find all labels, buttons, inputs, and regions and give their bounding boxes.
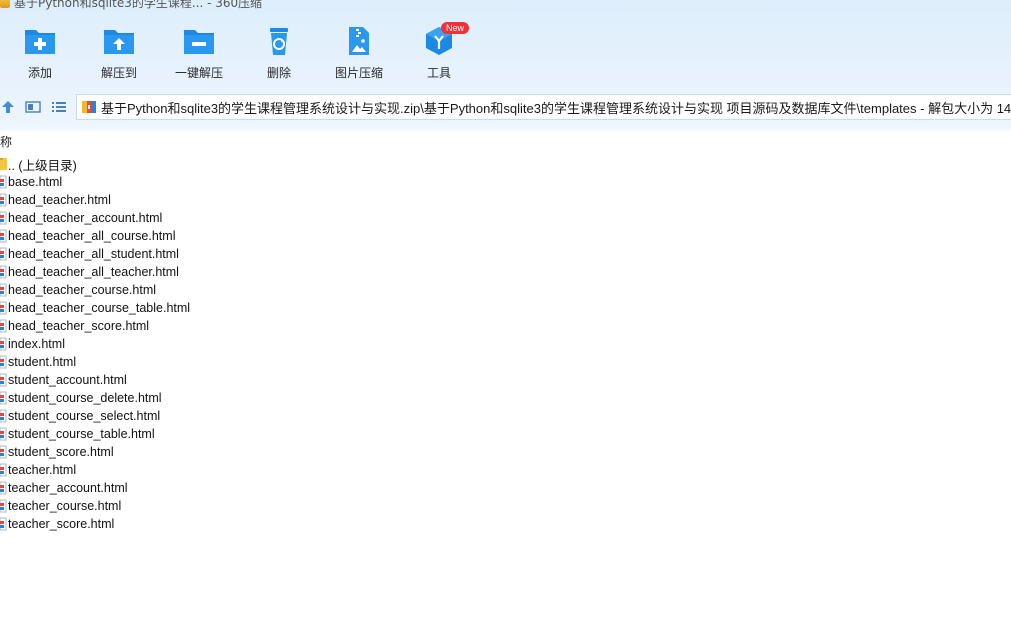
file-row[interactable]: head_teacher_score.html	[0, 317, 190, 335]
one-click-extract-icon	[184, 30, 214, 54]
app-window: 基于Python和sqlite3的学生课程... - 360压缩 添加 解压到	[0, 0, 1011, 617]
file-name: teacher_course.html	[8, 499, 122, 513]
file-name: head_teacher.html	[8, 193, 111, 207]
html-file-icon	[0, 427, 7, 441]
folder-icon	[0, 158, 7, 170]
html-file-icon	[0, 337, 7, 351]
html-file-icon	[0, 193, 7, 207]
delete-button[interactable]: 删除	[239, 26, 319, 81]
html-file-icon	[0, 247, 7, 261]
zip-archive-icon	[82, 101, 96, 113]
file-row[interactable]: student_course_select.html	[0, 407, 190, 425]
column-header-name[interactable]: 称	[0, 133, 12, 151]
file-row[interactable]: teacher_course.html	[0, 497, 190, 515]
file-row[interactable]: head_teacher_account.html	[0, 209, 190, 227]
file-row[interactable]: base.html	[0, 173, 190, 191]
file-name: student_score.html	[8, 445, 114, 459]
image-compress-label: 图片压缩	[334, 66, 383, 80]
title-bar: 基于Python和sqlite3的学生课程... - 360压缩	[0, 0, 262, 10]
file-row[interactable]: student_account.html	[0, 371, 190, 389]
html-file-icon	[0, 373, 7, 387]
file-row[interactable]: student_score.html	[0, 443, 190, 461]
file-row[interactable]: index.html	[0, 335, 190, 353]
file-name: student_account.html	[8, 373, 127, 387]
recycle-bin-icon	[270, 28, 288, 55]
html-file-icon	[0, 229, 7, 243]
address-path: 基于Python和sqlite3的学生课程管理系统设计与实现.zip\基于Pyt…	[101, 100, 1011, 116]
file-row[interactable]: head_teacher_all_course.html	[0, 227, 190, 245]
extract-to-label: 解压到	[100, 66, 137, 80]
file-name: head_teacher_account.html	[8, 211, 163, 225]
file-name: index.html	[8, 337, 65, 351]
file-name: teacher_score.html	[8, 517, 115, 531]
file-row[interactable]: teacher.html	[0, 461, 190, 479]
html-file-icon	[0, 391, 7, 405]
image-compress-icon	[349, 27, 369, 55]
up-arrow-icon[interactable]	[0, 99, 16, 115]
html-file-icon	[0, 301, 7, 315]
file-row[interactable]: student_course_table.html	[0, 425, 190, 443]
file-name: head_teacher_all_teacher.html	[8, 265, 179, 279]
tools-button[interactable]: New 工具	[399, 22, 479, 81]
add-button[interactable]: 添加	[0, 26, 80, 81]
file-name: student_course_delete.html	[8, 391, 162, 405]
address-bar[interactable]: 基于Python和sqlite3的学生课程管理系统设计与实现.zip\基于Pyt…	[76, 94, 1011, 120]
file-row[interactable]: head_teacher.html	[0, 191, 190, 209]
file-name: student_course_select.html	[8, 409, 161, 423]
window-title: 基于Python和sqlite3的学生课程... - 360压缩	[14, 0, 263, 10]
html-file-icon	[0, 481, 7, 495]
tools-label: 工具	[426, 66, 451, 80]
file-row[interactable]: teacher_score.html	[0, 515, 190, 533]
html-file-icon	[0, 409, 7, 423]
delete-label: 删除	[266, 66, 291, 80]
file-row[interactable]: head_teacher_all_teacher.html	[0, 263, 190, 281]
html-file-icon	[0, 499, 7, 513]
file-row[interactable]: head_teacher_course_table.html	[0, 299, 190, 317]
file-row[interactable]: teacher_account.html	[0, 479, 190, 497]
file-list: .. (上级目录) base.html head_teacher.html he…	[0, 155, 190, 533]
file-name: student.html	[8, 355, 77, 369]
file-name: head_teacher_all_course.html	[8, 229, 176, 243]
html-file-icon	[0, 175, 7, 189]
file-name: .. (上级目录)	[8, 158, 77, 173]
html-file-icon	[0, 463, 7, 477]
address-row: 基于Python和sqlite3的学生课程管理系统设计与实现.zip\基于Pyt…	[0, 92, 1011, 122]
list-view-icon[interactable]	[51, 99, 67, 115]
file-name: head_teacher_all_student.html	[8, 247, 179, 261]
file-row[interactable]: student.html	[0, 353, 190, 371]
extract-to-button[interactable]: 解压到	[79, 26, 159, 81]
file-row[interactable]: head_teacher_all_student.html	[0, 245, 190, 263]
file-name: teacher_account.html	[8, 481, 128, 495]
file-name: base.html	[8, 175, 63, 189]
file-name: head_teacher_course_table.html	[8, 301, 191, 315]
one-click-extract-label: 一键解压	[174, 66, 223, 80]
app-logo-icon	[0, 0, 10, 8]
image-compress-button[interactable]: 图片压缩	[319, 26, 399, 81]
html-file-icon	[0, 355, 7, 369]
add-folder-icon	[25, 30, 55, 54]
html-file-icon	[0, 265, 7, 279]
html-file-icon	[0, 445, 7, 459]
file-row[interactable]: student_course_delete.html	[0, 389, 190, 407]
one-click-extract-button[interactable]: 一键解压	[159, 26, 239, 81]
file-name: head_teacher_score.html	[8, 319, 150, 333]
file-name: teacher.html	[8, 463, 77, 477]
detail-view-icon[interactable]	[25, 99, 41, 115]
parent-directory-row[interactable]: .. (上级目录)	[0, 155, 190, 173]
extract-to-icon	[104, 30, 134, 54]
file-name: head_teacher_course.html	[8, 283, 157, 297]
html-file-icon	[0, 283, 7, 297]
toolbar: 添加 解压到 一键解压 删除 图片压缩 New 工具	[0, 20, 1011, 84]
html-file-icon	[0, 211, 7, 225]
file-name: student_course_table.html	[8, 427, 155, 441]
new-badge: New	[441, 22, 470, 34]
html-file-icon	[0, 517, 7, 531]
file-row[interactable]: head_teacher_course.html	[0, 281, 190, 299]
html-file-icon	[0, 319, 7, 333]
add-label: 添加	[27, 66, 52, 80]
